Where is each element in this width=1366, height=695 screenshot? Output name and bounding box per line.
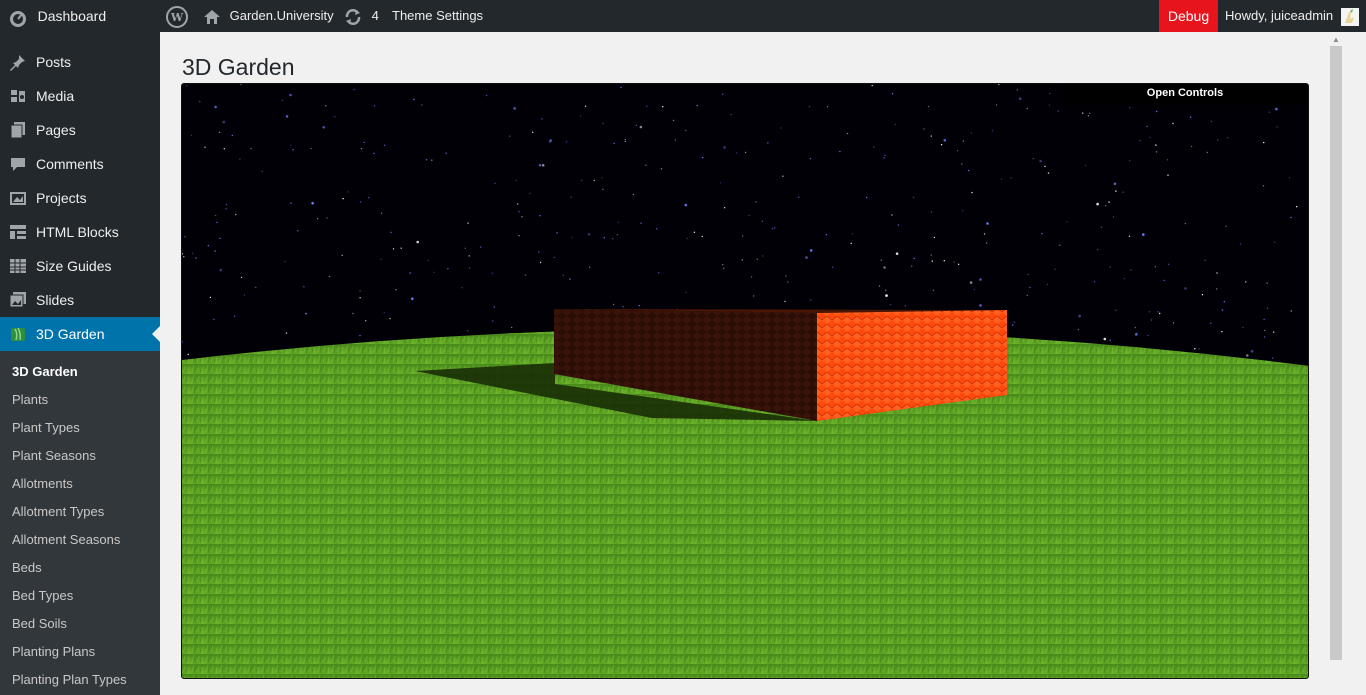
submenu-item-bed-types[interactable]: Bed Types bbox=[12, 582, 73, 610]
sidebar-item-posts[interactable]: Posts bbox=[0, 45, 160, 79]
howdy-greeting: Howdy, juiceadmin bbox=[1225, 8, 1334, 23]
wp-logo-menu[interactable]: W bbox=[166, 0, 188, 32]
sidebar-item-pages[interactable]: Pages bbox=[0, 113, 160, 147]
wordpress-logo-icon: W bbox=[166, 5, 188, 28]
scroll-up-arrow[interactable]: ▲ bbox=[1331, 36, 1341, 44]
debug-button[interactable]: Debug bbox=[1159, 0, 1218, 32]
admin-sidebar: Posts Media Pages Comments Projects HTML… bbox=[0, 32, 160, 695]
table-icon bbox=[10, 259, 26, 273]
submenu-item-3d-garden[interactable]: 3D Garden bbox=[12, 358, 78, 386]
sidebar-item-label: Media bbox=[36, 88, 75, 104]
dashboard-link[interactable]: Dashboard bbox=[8, 0, 106, 32]
submenu-item-allotment-types[interactable]: Allotment Types bbox=[12, 498, 104, 526]
submenu-item-planting-plan-types[interactable]: Planting Plan Types bbox=[12, 666, 127, 694]
comments-icon bbox=[11, 158, 25, 171]
sidebar-item-html-blocks[interactable]: HTML Blocks bbox=[0, 215, 160, 249]
sidebar-item-3d-garden[interactable]: 3D Garden bbox=[0, 317, 160, 351]
updates-icon bbox=[345, 8, 361, 25]
submenu-item-plant-seasons[interactable]: Plant Seasons bbox=[12, 442, 96, 470]
site-name: Garden.University bbox=[229, 8, 334, 23]
sidebar-item-label: Size Guides bbox=[36, 258, 112, 274]
submenu-item-plants[interactable]: Plants bbox=[12, 386, 48, 414]
page-title: 3D Garden bbox=[182, 54, 295, 80]
open-controls-button[interactable]: Open Controls bbox=[1062, 84, 1308, 105]
submenu-item-planting-plans[interactable]: Planting Plans bbox=[12, 638, 95, 666]
plant-icon bbox=[11, 327, 25, 341]
sidebar-item-label: Comments bbox=[36, 156, 104, 172]
garden-3d-scene[interactable] bbox=[182, 84, 1309, 679]
images-icon bbox=[9, 292, 26, 308]
submenu-item-beds[interactable]: Beds bbox=[12, 554, 42, 582]
updates-count: 4 bbox=[371, 8, 379, 23]
sidebar-item-label: Pages bbox=[36, 122, 76, 138]
sidebar-item-label: Slides bbox=[36, 292, 75, 308]
theme-settings-link[interactable]: Theme Settings bbox=[392, 0, 483, 32]
dashboard-label: Dashboard bbox=[37, 8, 107, 24]
home-icon bbox=[204, 9, 220, 24]
pushpin-icon bbox=[10, 55, 25, 71]
avatar bbox=[1340, 7, 1359, 26]
sidebar-item-comments[interactable]: Comments bbox=[0, 147, 160, 181]
sidebar-item-label: Projects bbox=[36, 190, 87, 206]
svg-text:W: W bbox=[170, 11, 184, 24]
sidebar-item-media[interactable]: Media bbox=[0, 79, 160, 113]
submenu-item-allotment-seasons[interactable]: Allotment Seasons bbox=[12, 526, 120, 554]
sidebar-item-label: 3D Garden bbox=[36, 326, 105, 342]
updates-link[interactable]: 4 bbox=[344, 0, 379, 32]
portfolio-icon bbox=[10, 192, 26, 205]
page-scrollbar[interactable] bbox=[1330, 46, 1342, 660]
sidebar-item-label: Posts bbox=[36, 54, 72, 70]
dashboard-icon bbox=[10, 10, 26, 27]
sidebar-submenu: 3D Garden Plants Plant Types Plant Seaso… bbox=[0, 351, 160, 695]
admin-bar: Dashboard W Garden.University 4 Theme Se… bbox=[0, 0, 1366, 32]
my-account-menu[interactable]: Howdy, juiceadmin bbox=[1225, 0, 1359, 32]
sidebar-item-slides[interactable]: Slides bbox=[0, 283, 160, 317]
sidebar-item-label: HTML Blocks bbox=[36, 224, 119, 240]
submenu-item-plant-types[interactable]: Plant Types bbox=[12, 414, 80, 442]
submenu-item-allotments[interactable]: Allotments bbox=[12, 470, 73, 498]
sidebar-item-size-guides[interactable]: Size Guides bbox=[0, 249, 160, 283]
sidebar-item-projects[interactable]: Projects bbox=[0, 181, 160, 215]
layout-icon bbox=[10, 225, 26, 239]
site-name-link[interactable]: Garden.University bbox=[203, 0, 334, 32]
garden-3d-viewport[interactable]: Open Controls bbox=[181, 83, 1309, 679]
submenu-item-bed-soils[interactable]: Bed Soils bbox=[12, 610, 67, 638]
media-icon bbox=[11, 90, 25, 102]
pages-icon bbox=[10, 122, 25, 139]
